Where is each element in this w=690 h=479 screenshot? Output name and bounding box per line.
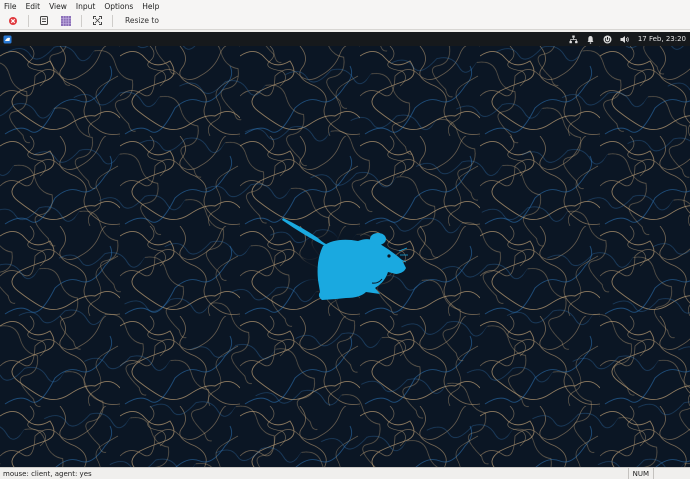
menu-file[interactable]: File xyxy=(4,2,17,11)
menu-help[interactable]: Help xyxy=(142,2,159,11)
screenshot-button[interactable] xyxy=(59,14,73,28)
toolbar: Resize to xyxy=(0,12,690,30)
applications-menu-button[interactable] xyxy=(3,35,12,44)
network-icon[interactable] xyxy=(569,35,578,44)
num-lock-indicator: NUM xyxy=(627,468,653,479)
resize-to-button[interactable]: Resize to xyxy=(121,16,163,25)
remote-desktop-view[interactable]: 17 Feb, 23:20 xyxy=(0,32,690,467)
fullscreen-icon xyxy=(92,16,102,25)
toolbar-separator xyxy=(112,14,113,27)
stop-icon xyxy=(9,16,17,25)
notifications-icon[interactable] xyxy=(586,35,595,44)
status-message: mouse: client, agent: yes xyxy=(3,469,92,478)
grid-icon xyxy=(61,15,71,26)
fullscreen-button[interactable] xyxy=(90,14,104,28)
desktop-wallpaper xyxy=(0,46,690,467)
status-bar: mouse: client, agent: yes NUM xyxy=(0,467,690,479)
panel-clock[interactable]: 17 Feb, 23:20 xyxy=(638,35,686,43)
toolbar-separator xyxy=(81,14,82,27)
menu-input[interactable]: Input xyxy=(76,2,95,11)
disconnect-button[interactable] xyxy=(6,14,20,28)
volume-icon[interactable] xyxy=(620,35,630,44)
menu-view[interactable]: View xyxy=(49,2,67,11)
xfce-logo-icon xyxy=(3,35,12,43)
toolbar-separator xyxy=(28,14,29,27)
send-keys-button[interactable] xyxy=(37,14,51,28)
menu-bar: File Edit View Input Options Help xyxy=(0,0,690,12)
menu-options[interactable]: Options xyxy=(104,2,133,11)
status-indicator-blank xyxy=(653,468,690,479)
power-icon[interactable] xyxy=(603,35,612,44)
desktop-top-panel: 17 Feb, 23:20 xyxy=(0,32,690,46)
keyboard-icon xyxy=(39,16,48,25)
menu-edit[interactable]: Edit xyxy=(26,2,41,11)
